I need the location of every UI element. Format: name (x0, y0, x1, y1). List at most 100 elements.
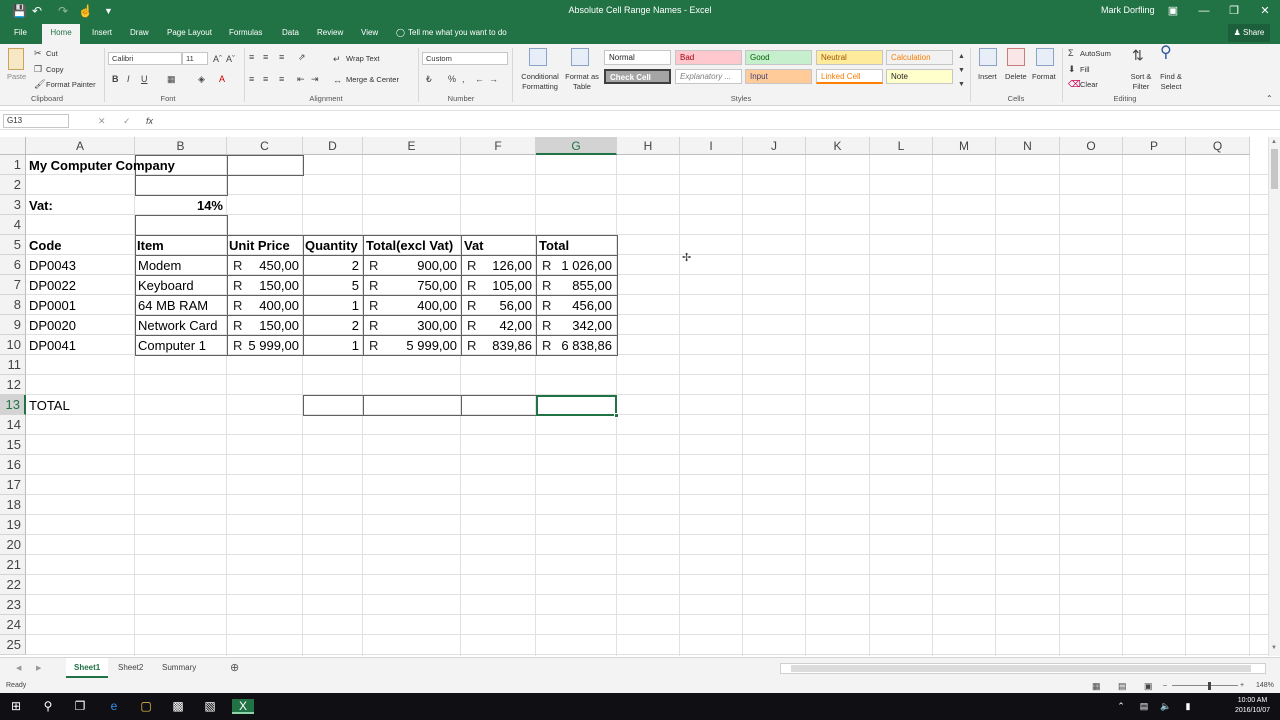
italic-icon[interactable]: I (127, 74, 130, 84)
cell-vat[interactable]: 105,00 (461, 276, 536, 296)
style-input[interactable]: Input (745, 69, 812, 84)
horizontal-scrollbar[interactable] (780, 663, 1266, 674)
cell-item[interactable]: Keyboard (138, 276, 194, 296)
styles-scroll-down-icon[interactable]: ▼ (958, 66, 965, 76)
sheet-tab-sheet1[interactable]: Sheet1 (66, 658, 109, 678)
network-icon[interactable]: ▤ (1136, 699, 1152, 714)
edge-browser-icon[interactable]: e (106, 699, 122, 714)
style-good[interactable]: Good (745, 50, 812, 65)
header-item[interactable]: Item (137, 236, 164, 256)
cell-unit-price[interactable]: 150,00 (227, 316, 303, 336)
cell-quantity[interactable]: 2 (303, 256, 363, 276)
search-icon[interactable]: ⚲ (40, 699, 56, 714)
cell-total-excl-vat[interactable]: 400,00 (363, 296, 461, 316)
column-header-n[interactable]: N (996, 137, 1060, 155)
cancel-icon[interactable]: ✕ (98, 116, 106, 126)
style-bad[interactable]: Bad (675, 50, 742, 65)
column-header-i[interactable]: I (680, 137, 743, 155)
border-icon[interactable]: ▦ (167, 74, 176, 84)
user-name[interactable]: Mark Dorfling (1101, 5, 1155, 15)
tab-review[interactable]: Review (311, 22, 349, 44)
zoom-in-icon[interactable]: + (1240, 679, 1244, 693)
cell-total[interactable]: 342,00 (536, 316, 616, 336)
cell-b3-vat-value[interactable]: 14% (135, 196, 227, 216)
header-code[interactable]: Code (29, 236, 62, 256)
row-header-7[interactable]: 7 (0, 275, 26, 295)
row-header-19[interactable]: 19 (0, 515, 26, 535)
row-header-17[interactable]: 17 (0, 475, 26, 495)
font-size-select[interactable]: 11 (182, 52, 208, 65)
cell-quantity[interactable]: 5 (303, 276, 363, 296)
row-header-4[interactable]: 4 (0, 215, 26, 235)
fill-button[interactable]: Fill (1080, 65, 1090, 74)
insert-function-icon[interactable]: fx (146, 116, 153, 126)
format-as-table-icon[interactable] (571, 48, 589, 66)
column-header-o[interactable]: O (1060, 137, 1123, 155)
cell-total[interactable]: 456,00 (536, 296, 616, 316)
style-note[interactable]: Note (886, 69, 953, 84)
tab-formulas[interactable]: Formulas (223, 22, 268, 44)
volume-icon[interactable]: 🔈 (1158, 699, 1174, 714)
row-header-12[interactable]: 12 (0, 375, 26, 395)
row-header-24[interactable]: 24 (0, 615, 26, 635)
format-cells-button[interactable]: Format (1032, 72, 1056, 81)
cell-total[interactable]: 855,00 (536, 276, 616, 296)
paste-icon[interactable] (8, 48, 24, 70)
styles-more-icon[interactable]: ▼ (958, 80, 965, 90)
cell-total[interactable]: 6 838,86 (536, 336, 616, 356)
cell-total-excl-vat[interactable]: 750,00 (363, 276, 461, 296)
cell-item[interactable]: Network Card (138, 316, 217, 336)
column-header-m[interactable]: M (933, 137, 996, 155)
row-header-25[interactable]: 25 (0, 635, 26, 655)
scroll-down-icon[interactable]: ▼ (1271, 645, 1277, 651)
row-header-5[interactable]: 5 (0, 235, 26, 255)
cell-unit-price[interactable]: 5 999,00 (227, 336, 303, 356)
excel-taskbar-icon[interactable]: X (232, 699, 254, 714)
undo-icon[interactable]: ↶ (32, 3, 42, 19)
align-bottom-icon[interactable]: ≡ (279, 52, 284, 62)
cell-item[interactable]: Modem (138, 256, 181, 276)
page-break-view-icon[interactable]: ▣ (1144, 679, 1153, 693)
row-header-18[interactable]: 18 (0, 495, 26, 515)
cell-code[interactable]: DP0001 (29, 296, 76, 316)
grow-font-icon[interactable]: Aˆ (213, 54, 222, 64)
tab-data[interactable]: Data (276, 22, 305, 44)
merge-center-button[interactable]: Merge & Center (346, 75, 399, 84)
fill-handle[interactable] (614, 413, 619, 418)
delete-cells-icon[interactable] (1007, 48, 1025, 66)
row-header-13[interactable]: 13 (0, 395, 26, 415)
row-header-21[interactable]: 21 (0, 555, 26, 575)
shrink-font-icon[interactable]: Aˇ (226, 54, 235, 64)
cell-a1-title[interactable]: My Computer Company (29, 156, 175, 176)
conditional-formatting-button[interactable]: Conditional Formatting (517, 72, 563, 92)
column-header-g[interactable]: G (536, 137, 617, 155)
clear-button[interactable]: Clear (1080, 80, 1098, 89)
tab-page-layout[interactable]: Page Layout (161, 22, 218, 44)
column-header-h[interactable]: H (617, 137, 680, 155)
row-header-10[interactable]: 10 (0, 335, 26, 355)
new-sheet-icon[interactable]: ⊕ (230, 663, 239, 674)
save-icon[interactable]: 💾 (12, 3, 27, 19)
sheet-tab-sheet2[interactable]: Sheet2 (110, 658, 151, 678)
cut-button[interactable]: Cut (46, 49, 58, 58)
row-header-2[interactable]: 2 (0, 175, 26, 195)
cell-vat[interactable]: 839,86 (461, 336, 536, 356)
align-center-icon[interactable]: ≡ (263, 74, 268, 84)
cell-unit-price[interactable]: 400,00 (227, 296, 303, 316)
sort-filter-icon[interactable]: ⇅ (1132, 48, 1144, 62)
header-quantity[interactable]: Quantity (305, 236, 358, 256)
zoom-out-icon[interactable]: – (1163, 679, 1167, 693)
accounting-format-icon[interactable]: ₺ (426, 74, 432, 84)
column-header-q[interactable]: Q (1186, 137, 1250, 155)
tab-insert[interactable]: Insert (86, 22, 118, 44)
row-header-9[interactable]: 9 (0, 315, 26, 335)
cell-total-excl-vat[interactable]: 5 999,00 (363, 336, 461, 356)
row-header-6[interactable]: 6 (0, 255, 26, 275)
find-select-icon[interactable]: ⚲ (1160, 45, 1172, 61)
column-header-c[interactable]: C (227, 137, 303, 155)
row-header-3[interactable]: 3 (0, 195, 26, 215)
style-explanatory[interactable]: Explanatory ... (675, 69, 742, 84)
normal-view-icon[interactable]: ▦ (1092, 679, 1101, 693)
font-color-icon[interactable]: A (219, 74, 225, 84)
cell-vat[interactable]: 126,00 (461, 256, 536, 276)
